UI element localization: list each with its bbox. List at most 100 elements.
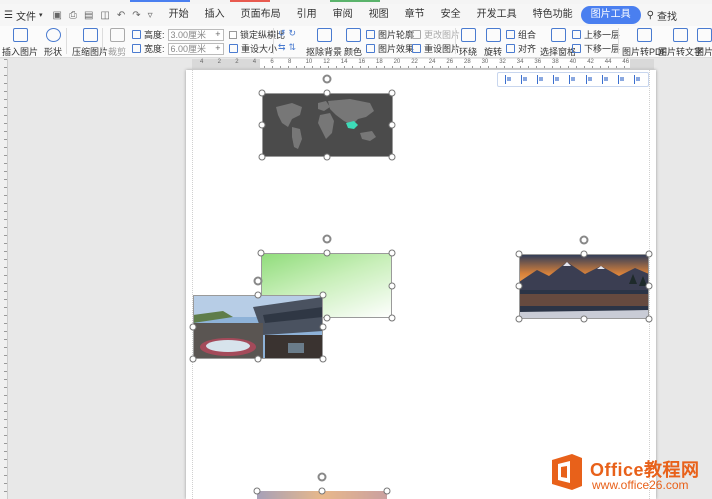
bring-forward-button[interactable]: 上移一层: [572, 28, 620, 41]
align-button[interactable]: 对齐: [506, 42, 536, 55]
clear-background-button[interactable]: 抠除背景: [306, 28, 342, 58]
tab-view[interactable]: 视图: [361, 6, 397, 24]
distribute-vertical-icon[interactable]: [618, 75, 625, 84]
ruler-tick-label: 40: [569, 59, 577, 65]
shape-button[interactable]: 形状: [44, 28, 62, 58]
rotate-quick-buttons[interactable]: ↺ ↻: [278, 28, 296, 39]
horizontal-ruler[interactable]: 4 2 2 4 6 8 10 12 14 16 18 20 22 24 26 28 30 32 34 36 38 40 42…: [192, 59, 654, 69]
more-icon[interactable]: ▿: [148, 10, 153, 21]
flip-quick-buttons[interactable]: ⇆ ⇅: [278, 42, 296, 53]
resize-handle[interactable]: [323, 153, 331, 161]
resize-handle[interactable]: [254, 291, 262, 299]
picture-more-button[interactable]: 图片: [695, 28, 712, 58]
tab-references[interactable]: 引用: [289, 6, 325, 24]
resize-handle[interactable]: [189, 323, 197, 331]
align-top-icon[interactable]: [553, 75, 560, 84]
resize-handle[interactable]: [189, 355, 197, 363]
rotate-handle-icon[interactable]: [579, 235, 589, 245]
preview-icon[interactable]: ▤: [84, 10, 93, 21]
ruler-tick-label: 30: [481, 59, 489, 65]
color-button[interactable]: 颜色: [344, 28, 362, 58]
rotate-handle-icon[interactable]: [322, 234, 332, 244]
tab-security[interactable]: 安全: [433, 6, 469, 24]
flip-vertical-icon[interactable]: ⇅: [289, 42, 297, 53]
resize-handle[interactable]: [580, 250, 588, 258]
resize-handle[interactable]: [323, 89, 331, 97]
wrap-button[interactable]: 环绕: [459, 28, 477, 58]
tab-home[interactable]: 开始: [161, 6, 197, 24]
resize-handle[interactable]: [645, 282, 653, 290]
ruler-tick-label: 20: [393, 59, 401, 65]
resize-handle[interactable]: [383, 487, 391, 495]
resize-handle[interactable]: [645, 250, 653, 258]
resize-handle[interactable]: [388, 314, 396, 322]
save-icon[interactable]: ▣: [52, 10, 61, 21]
print-icon[interactable]: ⎙: [69, 10, 77, 21]
resize-handle[interactable]: [257, 249, 265, 257]
undo-icon[interactable]: ↶: [117, 10, 125, 21]
width-input[interactable]: 6.00厘米: [167, 42, 224, 55]
picture-effects-button[interactable]: 图片效果: [366, 42, 414, 55]
resize-handle[interactable]: [253, 487, 261, 495]
resize-handle[interactable]: [323, 314, 331, 322]
rotate-right-icon[interactable]: ↻: [289, 28, 297, 39]
align-left-icon[interactable]: [504, 75, 512, 84]
insert-picture-button[interactable]: 插入图片: [2, 28, 38, 58]
height-input[interactable]: 3.00厘米: [167, 28, 224, 41]
picture-outline-label: 图片轮廓: [378, 30, 415, 40]
resize-handle[interactable]: [319, 323, 327, 331]
resize-handle[interactable]: [319, 355, 327, 363]
send-backward-button[interactable]: 下移一层: [572, 42, 620, 55]
file-menu[interactable]: ☰ 文件 ▾: [0, 8, 48, 23]
align-more-icon[interactable]: [634, 75, 641, 84]
lock-ratio-checkbox[interactable]: 锁定纵横比: [229, 28, 285, 41]
group-button[interactable]: 组合: [506, 28, 536, 41]
align-center-icon[interactable]: [520, 75, 528, 84]
resize-handle[interactable]: [258, 153, 266, 161]
reset-picture-button[interactable]: 重设图片: [412, 42, 460, 55]
align-right-icon[interactable]: [537, 75, 544, 84]
search-command[interactable]: ⚲ 查找: [641, 8, 677, 23]
picture-outline-button[interactable]: 图片轮廓: [366, 28, 414, 41]
resize-handle[interactable]: [388, 282, 396, 290]
tab-review[interactable]: 审阅: [325, 6, 361, 24]
resize-handle[interactable]: [515, 315, 523, 323]
tab-page-layout[interactable]: 页面布局: [233, 6, 289, 24]
selection-pane-button[interactable]: 选择窗格: [540, 28, 576, 58]
rotate-button[interactable]: 旋转: [484, 28, 502, 58]
resize-handle[interactable]: [323, 249, 331, 257]
distribute-horizontal-icon[interactable]: [601, 75, 609, 84]
resize-handle[interactable]: [515, 250, 523, 258]
tab-developer[interactable]: 开发工具: [469, 6, 525, 24]
resize-handle[interactable]: [388, 121, 396, 129]
crop-button[interactable]: 裁剪: [108, 28, 126, 58]
rotate-handle-icon[interactable]: [322, 74, 332, 84]
tab-section[interactable]: 章节: [397, 6, 433, 24]
change-picture-button[interactable]: 更改图片: [412, 28, 460, 41]
tab-features[interactable]: 特色功能: [525, 6, 581, 24]
vertical-ruler[interactable]: [0, 59, 8, 499]
reset-size-button[interactable]: 重设大小: [229, 42, 277, 55]
resize-handle[interactable]: [388, 249, 396, 257]
flip-horizontal-icon[interactable]: ⇆: [278, 42, 286, 53]
resize-handle[interactable]: [388, 89, 396, 97]
resize-handle[interactable]: [388, 153, 396, 161]
resize-handle[interactable]: [580, 315, 588, 323]
rotate-handle-icon[interactable]: [253, 276, 263, 286]
resize-handle[interactable]: [258, 89, 266, 97]
ruler-tick-label: 6: [270, 59, 274, 65]
resize-handle[interactable]: [254, 355, 262, 363]
export-icon[interactable]: ◫: [100, 10, 109, 21]
resize-handle[interactable]: [318, 487, 326, 495]
align-middle-icon[interactable]: [569, 75, 576, 84]
rotate-handle-icon[interactable]: [317, 472, 327, 482]
tab-picture-tools[interactable]: 图片工具: [580, 6, 641, 24]
resize-handle[interactable]: [319, 291, 327, 299]
tab-insert[interactable]: 插入: [197, 6, 233, 24]
resize-handle[interactable]: [645, 315, 653, 323]
resize-handle[interactable]: [258, 121, 266, 129]
rotate-left-icon[interactable]: ↺: [278, 28, 286, 39]
resize-handle[interactable]: [515, 282, 523, 290]
align-bottom-icon[interactable]: [585, 75, 593, 84]
redo-icon[interactable]: ↷: [132, 10, 140, 21]
